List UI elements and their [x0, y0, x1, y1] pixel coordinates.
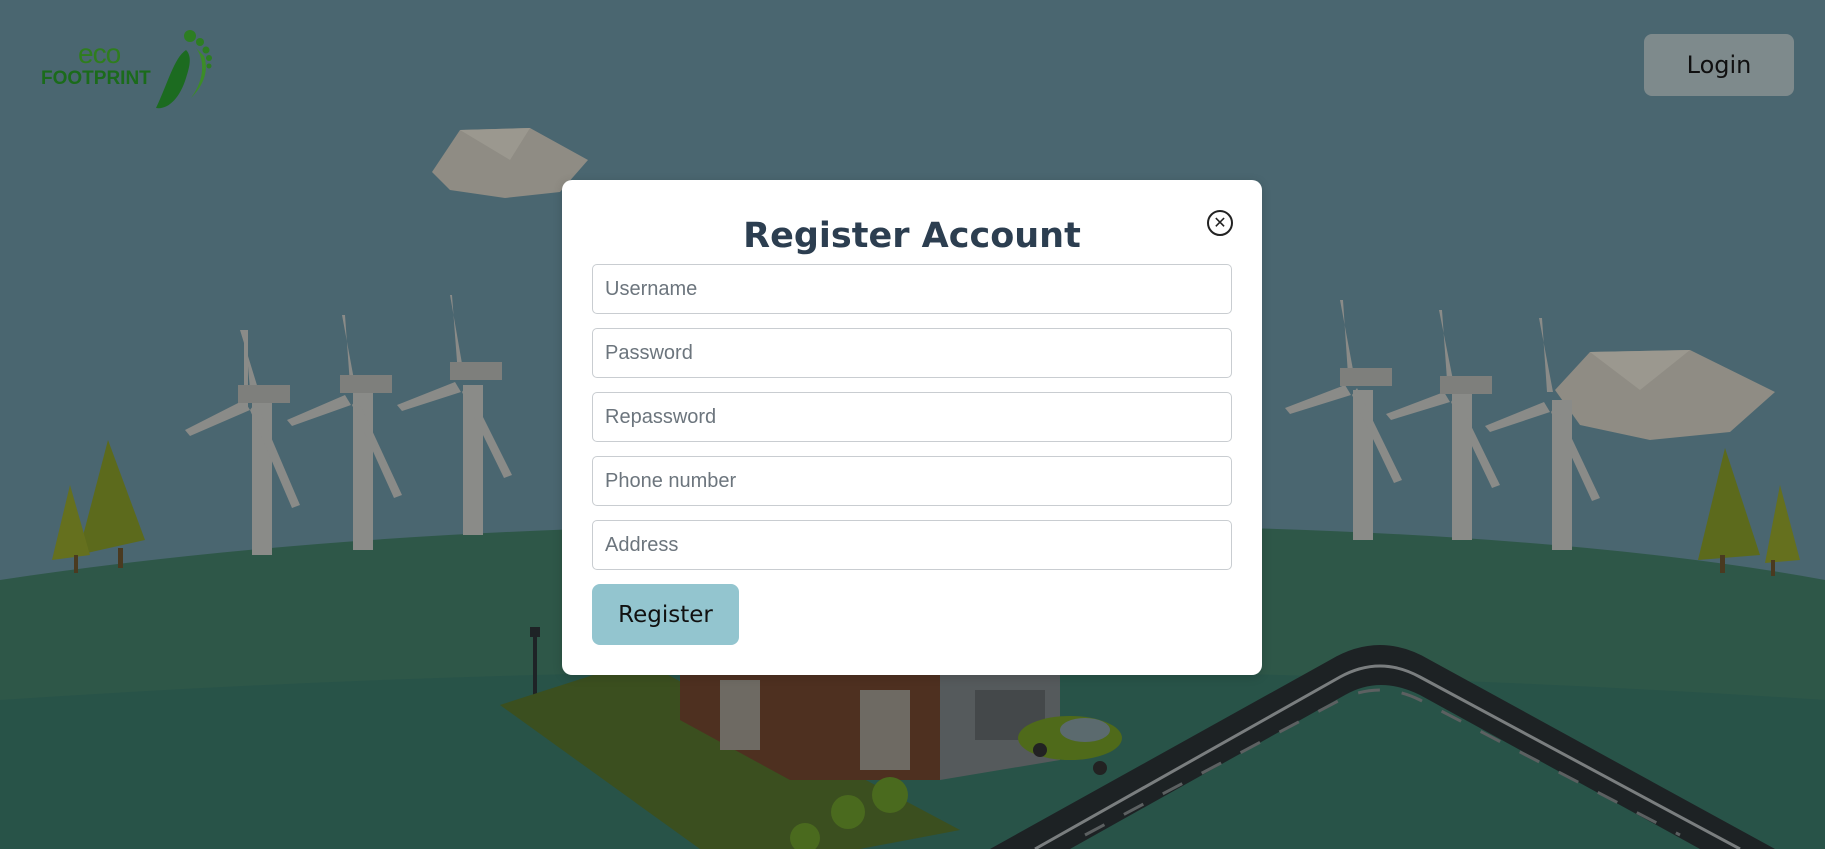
repassword-field[interactable]: [592, 392, 1232, 442]
logo-eco-text: eco: [78, 38, 121, 69]
register-modal: Register Account ✕ Register: [562, 180, 1262, 675]
close-icon[interactable]: ✕: [1207, 210, 1233, 236]
modal-title: Register Account: [743, 216, 1081, 256]
register-button[interactable]: Register: [592, 584, 739, 645]
footprint-icon: [156, 30, 212, 109]
login-button[interactable]: Login: [1644, 34, 1794, 96]
eco-footprint-logo[interactable]: eco FOOTPRINT: [38, 28, 213, 118]
logo-footprint-text: FOOTPRINT: [41, 68, 151, 89]
username-field[interactable]: [592, 264, 1232, 314]
address-field[interactable]: [592, 520, 1232, 570]
phone-number-field[interactable]: [592, 456, 1232, 506]
password-field[interactable]: [592, 328, 1232, 378]
